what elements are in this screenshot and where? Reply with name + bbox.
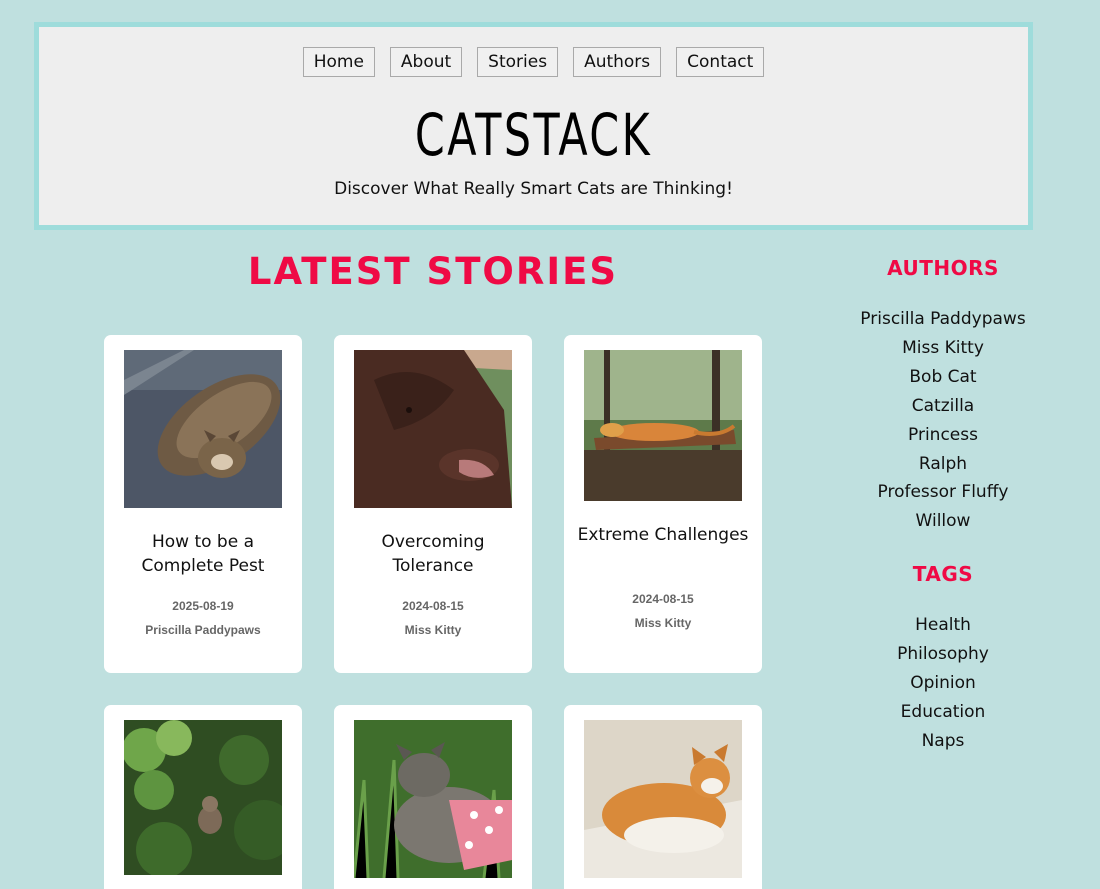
story-author[interactable]: Miss Kitty <box>564 616 762 630</box>
story-title[interactable]: Extreme Challenges <box>574 523 752 547</box>
nav-stories-button[interactable]: Stories <box>477 47 559 77</box>
story-author[interactable]: Priscilla Paddypaws <box>104 623 302 637</box>
story-title[interactable]: How to be a Complete Pest <box>114 530 292 578</box>
tag-link[interactable]: Philosophy <box>843 640 1043 669</box>
story-image-cat-in-grass[interactable] <box>354 720 512 878</box>
story-card[interactable] <box>564 705 762 889</box>
story-author[interactable]: Miss Kitty <box>334 623 532 637</box>
site-header: Home About Stories Authors Contact CATST… <box>34 22 1033 230</box>
story-card[interactable] <box>104 705 302 889</box>
story-title[interactable]: Overcoming Tolerance <box>344 530 522 578</box>
author-link[interactable]: Professor Fluffy <box>843 478 1043 507</box>
authors-heading: AUTHORS <box>887 256 999 280</box>
nav-about-button[interactable]: About <box>389 47 463 77</box>
story-image-tabby-cat[interactable] <box>124 350 282 508</box>
tag-link[interactable]: Naps <box>843 727 1043 756</box>
author-link[interactable]: Bob Cat <box>843 363 1043 392</box>
authors-list: Priscilla Paddypaws Miss Kitty Bob Cat C… <box>843 305 1043 536</box>
tag-link[interactable]: Opinion <box>843 669 1043 698</box>
author-link[interactable]: Princess <box>843 421 1043 450</box>
author-link[interactable]: Ralph <box>843 450 1043 479</box>
nav-authors-button[interactable]: Authors <box>573 47 662 77</box>
nav-home-button[interactable]: Home <box>302 47 375 77</box>
story-date: 2024-08-15 <box>632 592 694 606</box>
story-image-cat-in-ivy[interactable] <box>124 720 282 875</box>
author-link[interactable]: Miss Kitty <box>843 334 1043 363</box>
story-card[interactable]: How to be a Complete Pest 2025-08-19 Pri… <box>104 335 302 673</box>
tags-list: Health Philosophy Opinion Education Naps <box>843 611 1043 756</box>
story-card[interactable]: Overcoming Tolerance 2024-08-15 Miss Kit… <box>334 335 532 673</box>
author-link[interactable]: Priscilla Paddypaws <box>843 305 1043 334</box>
site-title[interactable]: CATSTACK <box>128 101 939 169</box>
tag-link[interactable]: Health <box>843 611 1043 640</box>
story-image-iguana[interactable] <box>584 350 742 501</box>
nav-contact-button[interactable]: Contact <box>676 47 765 77</box>
story-date: 2025-08-19 <box>172 599 234 613</box>
story-card[interactable]: Extreme Challenges 2024-08-15 Miss Kitty <box>564 335 762 673</box>
author-link[interactable]: Willow <box>843 507 1043 536</box>
tags-heading: TAGS <box>912 562 974 586</box>
story-image-orange-white-cat[interactable] <box>584 720 742 878</box>
site-tagline: Discover What Really Smart Cats are Thin… <box>334 179 733 199</box>
tag-link[interactable]: Education <box>843 698 1043 727</box>
author-link[interactable]: Catzilla <box>843 392 1043 421</box>
story-date: 2024-08-15 <box>402 599 464 613</box>
story-card[interactable] <box>334 705 532 889</box>
story-image-brown-dog[interactable] <box>354 350 512 508</box>
main-nav: Home About Stories Authors Contact <box>39 47 1028 77</box>
latest-stories-heading: LATEST STORIES <box>247 250 619 293</box>
